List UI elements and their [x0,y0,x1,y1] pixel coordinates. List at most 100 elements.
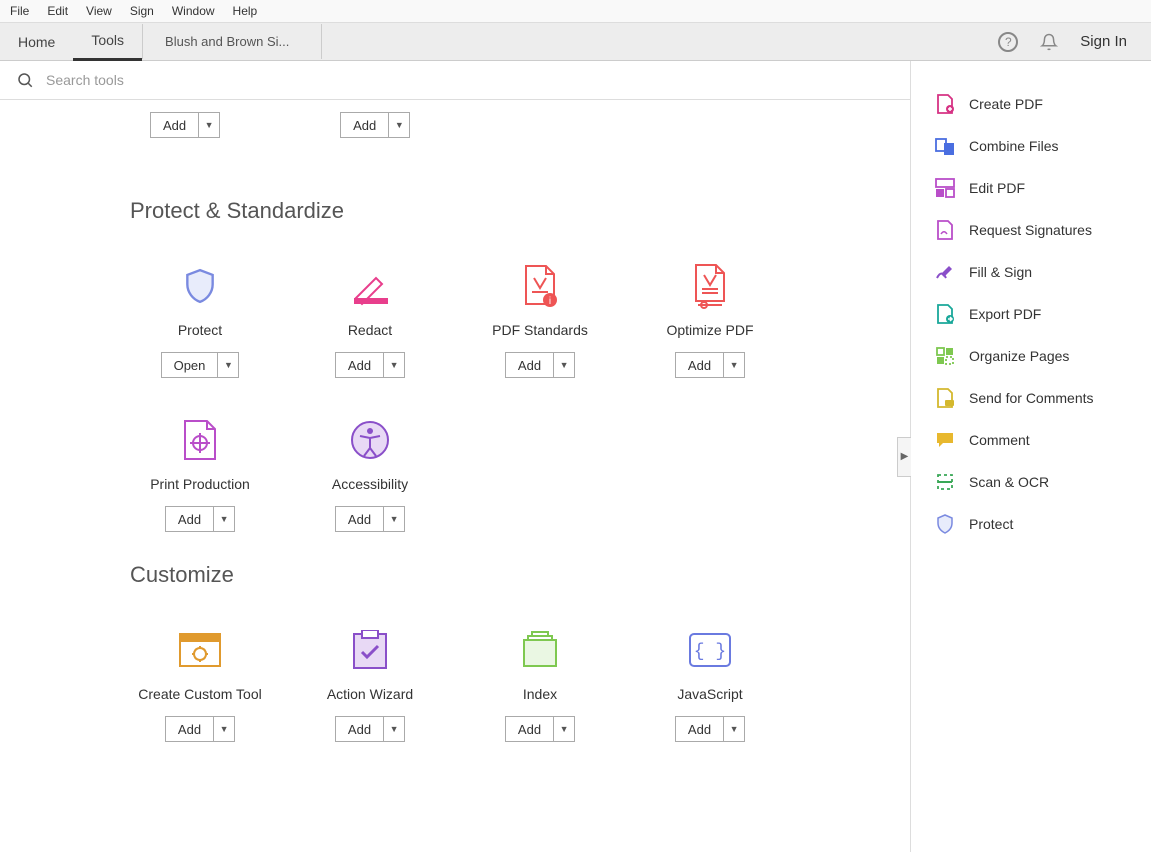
menu-sign[interactable]: Sign [130,4,154,18]
tool-protect[interactable]: Protect Open▼ [130,264,270,378]
section-title-protect: Protect & Standardize [130,198,870,224]
menu-edit[interactable]: Edit [47,4,68,18]
chevron-down-icon[interactable]: ▼ [724,353,744,377]
sidebar-item-label: Protect [969,516,1013,532]
chevron-down-icon[interactable]: ▼ [214,507,234,531]
organize-icon [935,346,955,366]
tool-label: Create Custom Tool [138,686,261,702]
tool-create-custom[interactable]: Create Custom Tool Add▼ [130,628,270,742]
export-icon [935,304,955,324]
javascript-icon: { } [688,628,732,672]
sidebar-item-combine[interactable]: Combine Files [911,125,1151,167]
tool-label: Action Wizard [327,686,413,702]
menu-file[interactable]: File [10,4,29,18]
tool-action-wizard[interactable]: Action Wizard Add▼ [300,628,440,742]
create-pdf-icon [935,94,955,114]
search-input[interactable] [46,72,894,88]
add-button[interactable]: Add▼ [335,352,405,378]
notifications-icon[interactable] [1040,33,1058,51]
tool-optimize-pdf[interactable]: Optimize PDF Add▼ [640,264,780,378]
chevron-down-icon[interactable]: ▼ [218,353,238,377]
menu-view[interactable]: View [86,4,112,18]
tab-document[interactable]: Blush and Brown Si... [142,24,322,59]
add-button[interactable]: Add▼ [505,716,575,742]
chevron-down-icon[interactable]: ▼ [384,353,404,377]
chevron-down-icon[interactable]: ▼ [214,717,234,741]
sidebar-item-comment[interactable]: Comment [911,419,1151,461]
scan-icon [935,472,955,492]
add-button[interactable]: Add▼ [505,352,575,378]
sidebar-item-label: Fill & Sign [969,264,1032,280]
sidebar-item-edit-pdf[interactable]: Edit PDF [911,167,1151,209]
shield-icon [178,264,222,308]
chevron-down-icon[interactable]: ▼ [724,717,744,741]
add-button[interactable]: Add▼ [335,506,405,532]
tab-bar: Home Tools Blush and Brown Si... ? Sign … [0,23,1151,61]
main-panel: Add▼ Add▼ Protect & Standardize Protect … [0,61,911,852]
sidebar-item-label: Export PDF [969,306,1041,322]
sidebar-item-signatures[interactable]: Request Signatures [911,209,1151,251]
tool-redact[interactable]: Redact Add▼ [300,264,440,378]
chevron-down-icon[interactable]: ▼ [384,717,404,741]
menu-help[interactable]: Help [233,4,258,18]
marker-icon [348,264,392,308]
chevron-down-icon[interactable]: ▼ [389,113,409,137]
add-button[interactable]: Add▼ [335,716,405,742]
tool-label: Print Production [150,476,250,492]
orphan-add-button-0[interactable]: Add▼ [150,112,220,138]
tool-label: PDF Standards [492,322,588,338]
tool-label: JavaScript [677,686,742,702]
tab-tools[interactable]: Tools [73,22,142,61]
sidebar-item-label: Send for Comments [969,390,1094,406]
tool-accessibility[interactable]: Accessibility Add▼ [300,418,440,532]
tools-content[interactable]: Add▼ Add▼ Protect & Standardize Protect … [0,100,910,852]
sidebar-item-label: Create PDF [969,96,1043,112]
menu-window[interactable]: Window [172,4,215,18]
shield-icon [935,514,955,534]
chevron-down-icon[interactable]: ▼ [199,113,219,137]
sidebar-item-organize[interactable]: Organize Pages [911,335,1151,377]
add-button[interactable]: Add▼ [675,716,745,742]
signature-icon [935,220,955,240]
add-button[interactable]: Add▼ [165,506,235,532]
help-icon[interactable]: ? [998,32,1018,52]
comment-icon [935,430,955,450]
sidebar-item-protect[interactable]: Protect [911,503,1151,545]
chevron-down-icon[interactable]: ▼ [554,353,574,377]
tool-index[interactable]: Index Add▼ [470,628,610,742]
custom-tool-icon [178,628,222,672]
sidebar-item-scan-ocr[interactable]: Scan & OCR [911,461,1151,503]
sidebar-item-fill-sign[interactable]: Fill & Sign [911,251,1151,293]
checkmark-icon [348,628,392,672]
sidebar-item-send-comments[interactable]: Send for Comments [911,377,1151,419]
svg-text:{ }: { } [694,642,726,662]
edit-icon [935,178,955,198]
pdf-info-icon: i [518,264,562,308]
open-button[interactable]: Open▼ [161,352,240,378]
fill-sign-icon [935,262,955,282]
print-production-icon [178,418,222,462]
sidebar-item-label: Request Signatures [969,222,1092,238]
orphan-add-button-1[interactable]: Add▼ [340,112,410,138]
menu-bar: File Edit View Sign Window Help [0,0,1151,23]
add-button[interactable]: Add▼ [165,716,235,742]
combine-icon [935,136,955,156]
sidebar-item-export[interactable]: Export PDF [911,293,1151,335]
sidebar-item-label: Comment [969,432,1030,448]
tab-home[interactable]: Home [0,24,73,60]
sidebar-item-label: Combine Files [969,138,1058,154]
tool-print-production[interactable]: Print Production Add▼ [130,418,270,532]
sidebar-item-create-pdf[interactable]: Create PDF [911,83,1151,125]
tool-label: Accessibility [332,476,408,492]
sidebar-item-label: Edit PDF [969,180,1025,196]
tool-javascript[interactable]: { } JavaScript Add▼ [640,628,780,742]
add-button[interactable]: Add▼ [675,352,745,378]
chevron-down-icon[interactable]: ▼ [384,507,404,531]
tool-pdf-standards[interactable]: i PDF Standards Add▼ [470,264,610,378]
accessibility-icon [348,418,392,462]
sign-in-button[interactable]: Sign In [1080,33,1127,50]
sidebar-item-label: Scan & OCR [969,474,1049,490]
collapse-sidebar-button[interactable]: ▶ [897,437,911,477]
section-title-customize: Customize [130,562,870,588]
chevron-down-icon[interactable]: ▼ [554,717,574,741]
